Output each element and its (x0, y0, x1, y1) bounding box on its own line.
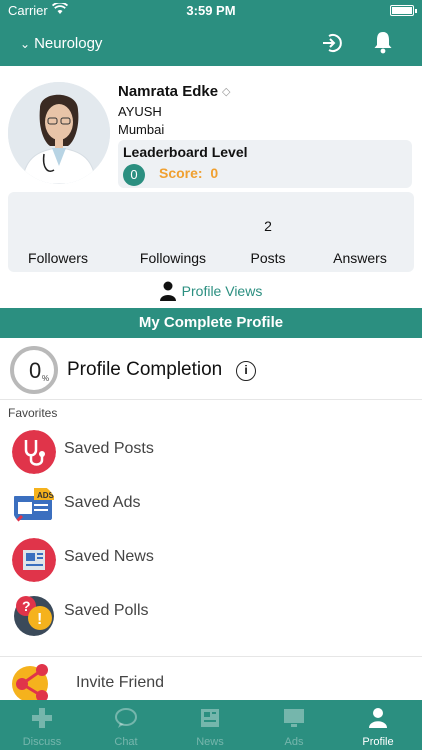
profile-views-label: Profile Views (181, 283, 263, 299)
svg-text:!: ! (37, 611, 42, 628)
status-bar: Carrier 3:59 PM (0, 0, 422, 22)
diamond-icon: ◇ (222, 86, 231, 98)
doctor-avatar-image (8, 82, 110, 184)
saved-news-item[interactable]: Saved News (0, 532, 422, 586)
tab-news-label: News (196, 736, 224, 748)
followers-button[interactable]: Followers (8, 250, 108, 266)
answers-button[interactable]: Answers (310, 250, 410, 266)
battery-icon (390, 5, 417, 16)
tab-chat-label: Chat (114, 736, 138, 748)
app-header: ⌄ Neurology (0, 22, 422, 66)
tab-discuss-label: Discuss (22, 736, 62, 748)
profile-name: Namrata Edke (118, 83, 219, 100)
posts-button[interactable]: Posts (218, 250, 318, 266)
stats-card: Followers Followings 2 Posts Answers (8, 192, 414, 272)
tab-discuss[interactable]: Discuss (0, 700, 84, 750)
profile-views-link[interactable]: Profile Views (0, 280, 422, 302)
favorites-heading: Favorites (8, 406, 58, 420)
saved-ads-label: Saved Ads (64, 494, 141, 511)
score-display: Score: 0 (159, 165, 218, 181)
tab-ads[interactable]: Ads (252, 700, 336, 750)
share-icon (12, 664, 48, 702)
tab-profile-label: Profile (362, 736, 394, 748)
saved-polls-label: Saved Polls (64, 602, 149, 619)
completion-percent-sign: % (42, 374, 50, 383)
saved-posts-label: Saved Posts (64, 440, 154, 457)
newspaper-icon (201, 709, 219, 727)
plus-icon (32, 708, 52, 728)
avatar[interactable] (8, 82, 110, 184)
saved-ads-item[interactable]: ADS Saved Ads (0, 478, 422, 532)
profile-organization: AYUSH (118, 104, 162, 119)
divider (0, 656, 422, 657)
posts-count: 2 (264, 218, 272, 234)
invite-friend-item[interactable]: Invite Friend (0, 662, 422, 702)
saved-polls-item[interactable]: ? ! Saved Polls (0, 586, 422, 640)
profile-completion-row[interactable]: 0 % Profile Completion i (0, 338, 422, 400)
svg-text:?: ? (22, 598, 31, 614)
score-value: 0 (210, 165, 219, 181)
leaderboard-card[interactable]: Leaderboard Level 0 Score: 0 (118, 140, 412, 188)
person-icon (159, 281, 176, 301)
tab-profile[interactable]: Profile (336, 700, 420, 750)
leaderboard-title: Leaderboard Level (123, 144, 248, 160)
person-icon (369, 708, 387, 728)
top-bar: Carrier 3:59 PM ⌄ Neurology (0, 0, 422, 66)
stethoscope-icon (12, 430, 56, 474)
saved-news-label: Saved News (64, 548, 154, 565)
chevron-down-icon: ⌄ (20, 36, 31, 51)
my-complete-profile-bar[interactable]: My Complete Profile (0, 308, 422, 338)
info-icon[interactable]: i (236, 361, 256, 381)
tab-news[interactable]: News (168, 700, 252, 750)
tab-bar: Discuss Chat News Ads Profile (0, 700, 422, 750)
status-time: 3:59 PM (186, 3, 236, 18)
followings-button[interactable]: Followings (123, 250, 223, 266)
polls-icon: ? ! (14, 596, 54, 636)
invite-friend-label: Invite Friend (76, 674, 165, 691)
completion-percent: 0 (29, 358, 42, 383)
saved-posts-item[interactable]: Saved Posts (0, 424, 422, 478)
level-badge: 0 (123, 164, 145, 186)
specialty-label: Neurology (34, 35, 103, 52)
chat-bubble-icon (115, 708, 137, 728)
completion-title: Profile Completion (67, 359, 223, 380)
completion-ring: 0 % (10, 346, 58, 394)
newspaper-icon (12, 538, 56, 582)
ads-icon: ADS (14, 488, 55, 524)
profile-city: Mumbai (118, 122, 165, 137)
bell-icon[interactable] (372, 30, 394, 54)
monitor-icon (284, 709, 304, 727)
score-label: Score: (159, 165, 203, 181)
specialty-selector[interactable]: ⌄ Neurology (20, 35, 102, 52)
logout-icon[interactable] (320, 31, 344, 55)
svg-text:ADS: ADS (37, 491, 55, 500)
tab-chat[interactable]: Chat (84, 700, 168, 750)
tab-ads-label: Ads (284, 736, 304, 748)
